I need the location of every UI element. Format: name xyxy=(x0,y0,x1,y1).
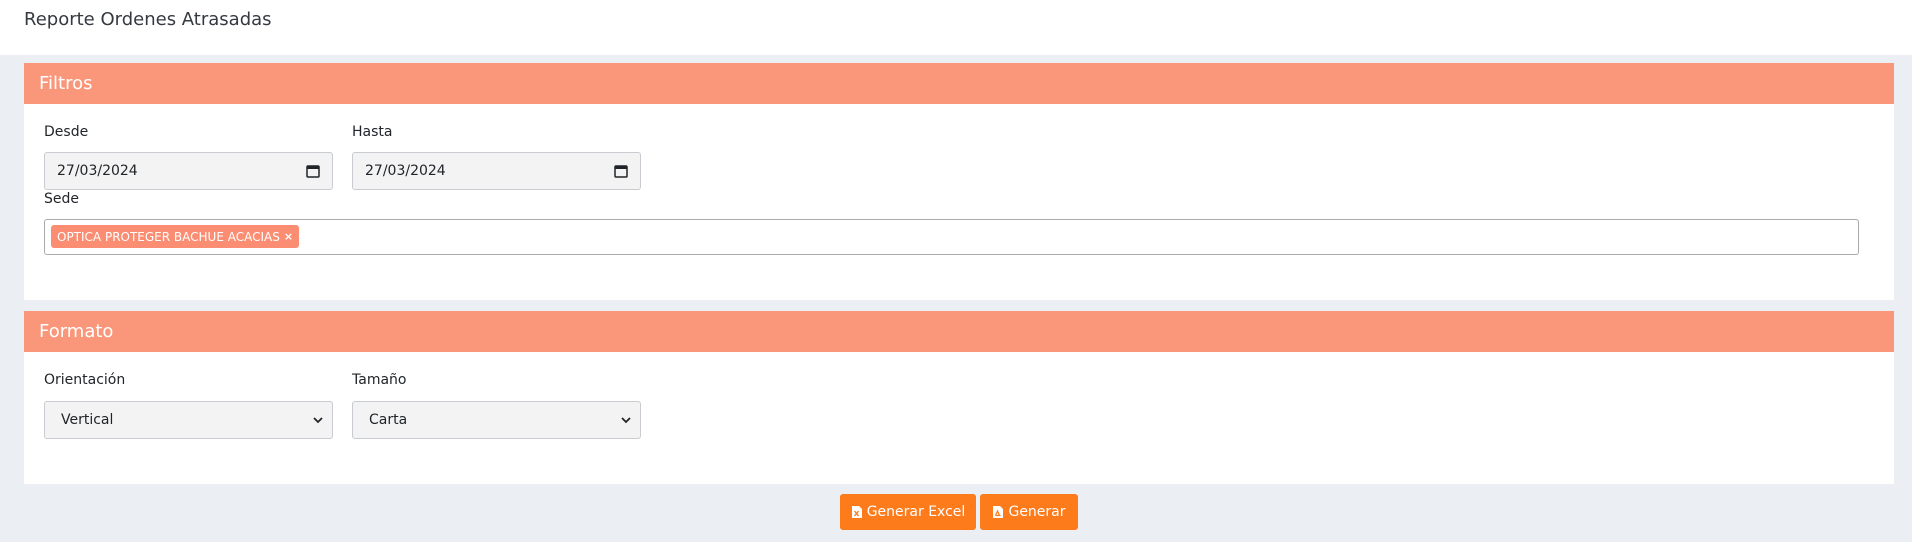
filters-card: Filtros Desde 27/03/2024 Hasta 27/03/202… xyxy=(24,63,1894,300)
calendar-icon[interactable] xyxy=(306,164,320,178)
file-pdf-icon xyxy=(993,506,1004,518)
orientation-select[interactable]: Vertical xyxy=(44,401,333,439)
hasta-label: Hasta xyxy=(352,124,393,140)
sede-multiselect[interactable]: OPTICA PROTEGER BACHUE ACACIAS × xyxy=(44,219,1859,255)
calendar-icon[interactable] xyxy=(614,164,628,178)
size-select[interactable]: Carta xyxy=(352,401,641,439)
size-label: Tamaño xyxy=(352,372,407,388)
hasta-date-value: 27/03/2024 xyxy=(365,163,446,179)
sede-chip: OPTICA PROTEGER BACHUE ACACIAS × xyxy=(51,225,300,248)
generate-label: Generar xyxy=(1008,504,1066,520)
chevron-down-icon xyxy=(313,417,323,424)
filters-card-header: Filtros xyxy=(24,63,1894,104)
generate-button[interactable]: Generar xyxy=(980,494,1078,530)
format-card-header: Formato xyxy=(24,311,1894,352)
page-title: Reporte Ordenes Atrasadas xyxy=(24,9,272,30)
size-select-value: Carta xyxy=(369,412,408,428)
desde-date-input[interactable]: 27/03/2024 xyxy=(44,152,333,190)
format-card: Formato Orientación Vertical Tamaño Cart… xyxy=(24,311,1894,484)
hasta-date-input[interactable]: 27/03/2024 xyxy=(352,152,641,190)
top-bar: Reporte Ordenes Atrasadas xyxy=(0,0,1912,55)
desde-date-value: 27/03/2024 xyxy=(57,163,138,179)
chevron-down-icon xyxy=(621,417,631,424)
orientation-label: Orientación xyxy=(44,372,126,388)
sede-chip-label: OPTICA PROTEGER BACHUE ACACIAS xyxy=(57,229,280,244)
generate-excel-label: Generar Excel xyxy=(866,504,966,520)
generate-excel-button[interactable]: Generar Excel xyxy=(840,494,976,530)
orientation-select-value: Vertical xyxy=(61,412,114,428)
file-excel-icon xyxy=(851,506,862,518)
chip-remove-icon[interactable]: × xyxy=(284,230,293,243)
sede-label: Sede xyxy=(44,191,79,207)
desde-label: Desde xyxy=(44,124,89,140)
